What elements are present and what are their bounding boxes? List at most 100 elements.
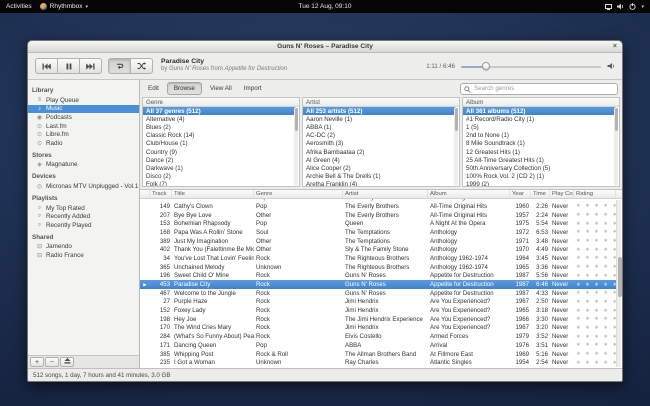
album-item[interactable]: 1999 (2) [463, 181, 615, 186]
genre-item[interactable]: Dance (2) [143, 156, 295, 164]
cell-rating[interactable]: ∗ ∗ ∗ ∗ ∗ [574, 299, 616, 305]
pause-button[interactable] [57, 58, 80, 74]
track-scrollbar[interactable] [616, 200, 621, 367]
track-row-the-wind-cries-mary[interactable]: 170The Wind Cries MaryRockJimi HendrixAr… [140, 324, 616, 333]
genre-item[interactable]: Darkwave (1) [143, 164, 295, 172]
genre-item[interactable]: Club/House (1) [143, 140, 295, 148]
scrollbar-thumb[interactable] [295, 108, 298, 131]
album-item[interactable]: 2nd to None (1) [463, 132, 615, 140]
track-row-just-my-imagination[interactable]: 389Just My ImaginationOtherThe Temptatio… [140, 237, 616, 246]
sidebar-item-recently-played[interactable]: ⌕Recently Played [28, 221, 139, 230]
sidebar-item-music[interactable]: ♪Music [28, 105, 139, 114]
view-all-button[interactable]: View All [206, 83, 236, 94]
search-input[interactable]: Search genres [460, 83, 618, 95]
edit-button[interactable]: Edit [144, 83, 163, 94]
column-header-rating[interactable]: Rating [574, 190, 616, 198]
album-item[interactable]: 25 All-Time Greatest Hits (1) [463, 156, 615, 164]
column-header-year[interactable]: Year [510, 190, 531, 198]
cell-rating[interactable]: ∗ ∗ ∗ ∗ ∗ [574, 334, 616, 340]
seek-handle[interactable] [482, 62, 490, 70]
album-scrollbar[interactable] [614, 108, 618, 185]
import-button[interactable]: Import [240, 83, 266, 94]
column-header-track[interactable]: Track [150, 190, 172, 198]
artist-item[interactable]: All 253 artists (512) [303, 107, 455, 115]
cell-rating[interactable]: ∗ ∗ ∗ ∗ ∗ [574, 212, 616, 218]
cell-rating[interactable]: ∗ ∗ ∗ ∗ ∗ [574, 199, 616, 201]
genre-item[interactable]: Folk (7) [143, 181, 295, 186]
cell-rating[interactable]: ∗ ∗ ∗ ∗ ∗ [574, 342, 616, 348]
artist-item[interactable]: AC-DC (2) [303, 132, 455, 140]
artist-item[interactable]: Aerosmith (3) [303, 140, 455, 148]
previous-button[interactable] [35, 58, 58, 74]
app-menu-button[interactable]: Rhythmbox ▾ [40, 3, 88, 10]
track-row-thank-you-falettinme-be-mice-elf-ag[interactable]: 402Thank You (Falettinme Be Mice Elf Ag…… [140, 245, 616, 254]
cell-rating[interactable]: ∗ ∗ ∗ ∗ ∗ [574, 203, 616, 209]
column-header-album[interactable]: Album [428, 190, 510, 198]
artist-scrollbar[interactable] [454, 108, 458, 185]
artist-item[interactable]: Archie Bell & The Drells (1) [303, 173, 455, 181]
cell-rating[interactable]: ∗ ∗ ∗ ∗ ∗ [574, 290, 616, 296]
sidebar-item-my-top-rated[interactable]: ⌕My Top Rated [28, 204, 139, 213]
sidebar-item-radio[interactable]: ⊙Radio [28, 139, 139, 148]
track-row-bohemian-rhapsody[interactable]: 153Bohemian RhapsodyPopQueenA Night At t… [140, 219, 616, 228]
column-header-title[interactable]: Title [172, 190, 254, 198]
cell-rating[interactable]: ∗ ∗ ∗ ∗ ∗ [574, 316, 616, 322]
cell-rating[interactable]: ∗ ∗ ∗ ∗ ∗ [574, 351, 616, 357]
genre-item[interactable]: Alternative (4) [143, 115, 295, 123]
shuffle-button[interactable] [130, 58, 153, 74]
byline-artist[interactable]: Guns N' Roses [169, 66, 209, 72]
genre-item[interactable]: Classic Rock (14) [143, 132, 295, 140]
cell-rating[interactable]: ∗ ∗ ∗ ∗ ∗ [574, 255, 616, 261]
genre-item[interactable]: All 37 genres (512) [143, 107, 295, 115]
sidebar-item-last-fm[interactable]: ⊙Last.fm [28, 122, 139, 131]
track-row-unchained-melody[interactable]: 365Unchained MelodyUnknownThe Righteous … [140, 263, 616, 272]
album-item[interactable]: #1 Record/Radio City (1) [463, 115, 615, 123]
next-button[interactable] [79, 58, 102, 74]
column-header-play-count[interactable]: Play Count [550, 190, 574, 198]
genre-scrollbar[interactable] [294, 108, 298, 185]
track-row-bye-bye-love[interactable]: 207Bye Bye LoveOtherThe Everly BrothersA… [140, 211, 616, 220]
track-row-paradise-city[interactable]: ▶453Paradise CityRockGuns N' RosesAppeti… [140, 280, 616, 289]
scrollbar-thumb[interactable] [618, 257, 622, 297]
track-row-cathy-s-clown[interactable]: 149Cathy's ClownPopThe Everly BrothersAl… [140, 202, 616, 211]
column-header-time[interactable]: Time [531, 190, 550, 198]
cell-rating[interactable]: ∗ ∗ ∗ ∗ ∗ [574, 273, 616, 279]
remove-button[interactable]: − [45, 357, 59, 367]
scrollbar-thumb[interactable] [455, 108, 458, 131]
volume-icon[interactable] [617, 3, 624, 10]
scrollbar-thumb[interactable] [615, 108, 618, 131]
genre-item[interactable]: Disco (2) [143, 173, 295, 181]
album-item[interactable]: 50th Anniversary Collection (5) [463, 164, 615, 172]
close-button[interactable]: × [613, 42, 617, 52]
cell-rating[interactable]: ∗ ∗ ∗ ∗ ∗ [574, 238, 616, 244]
cell-rating[interactable]: ∗ ∗ ∗ ∗ ∗ [574, 229, 616, 235]
clock[interactable]: Tue 12 Aug, 09:10 [0, 3, 650, 10]
album-item[interactable]: 8 Mile Soundtrack (1) [463, 140, 615, 148]
artist-item[interactable]: Aaron Neville (1) [303, 115, 455, 123]
sidebar-item-podcasts[interactable]: ◉Podcasts [28, 113, 139, 122]
eject-button[interactable] [60, 357, 74, 367]
album-item[interactable]: 100% Rock Vol. 2 (CD 2) (1) [463, 173, 615, 181]
track-row-papa-was-a-rollin-stone[interactable]: 168Papa Was A Rollin' StoneSoulThe Tempt… [140, 228, 616, 237]
activities-button[interactable]: Activities [6, 3, 32, 10]
sidebar-item-jamendo[interactable]: ⊟Jamendo [28, 243, 139, 252]
track-row-i-got-a-woman[interactable]: 235I Got a WomanUnknownRay CharlesAtlant… [140, 358, 616, 367]
chevron-down-icon[interactable]: ▾ [641, 4, 644, 10]
browse-button[interactable]: Browse [167, 82, 202, 95]
column-header-artist[interactable]: Artist [343, 190, 428, 198]
track-row-welcome-to-the-jungle[interactable]: 467Welcome to the JungleRockGuns N' Rose… [140, 289, 616, 298]
track-row-little-wing[interactable]: 140Little WingRockThe Jimi Hendrix Exper… [140, 367, 616, 368]
artist-item[interactable]: ABBA (1) [303, 123, 455, 131]
cell-rating[interactable]: ∗ ∗ ∗ ∗ ∗ [574, 247, 616, 253]
power-icon[interactable] [629, 3, 636, 10]
screen-icon[interactable] [605, 4, 612, 10]
track-row-whipping-post[interactable]: 385Whipping PostRock & RollThe Allman Br… [140, 350, 616, 359]
track-row-hey-joe[interactable]: 198Hey JoeRockThe Jimi Hendrix Experienc… [140, 315, 616, 324]
add-button[interactable]: + [30, 357, 44, 367]
repeat-button[interactable] [108, 58, 131, 74]
byline-album[interactable]: Appetite for Destruction [225, 66, 288, 72]
sidebar-item-micronas-mtv-unplugged-vol-1[interactable]: ◎Micronas MTV Unplugged - Vol.1 [28, 182, 139, 191]
genre-item[interactable]: Blues (2) [143, 123, 295, 131]
cell-rating[interactable]: ∗ ∗ ∗ ∗ ∗ [574, 221, 616, 227]
cell-rating[interactable]: ∗ ∗ ∗ ∗ ∗ [574, 264, 616, 270]
